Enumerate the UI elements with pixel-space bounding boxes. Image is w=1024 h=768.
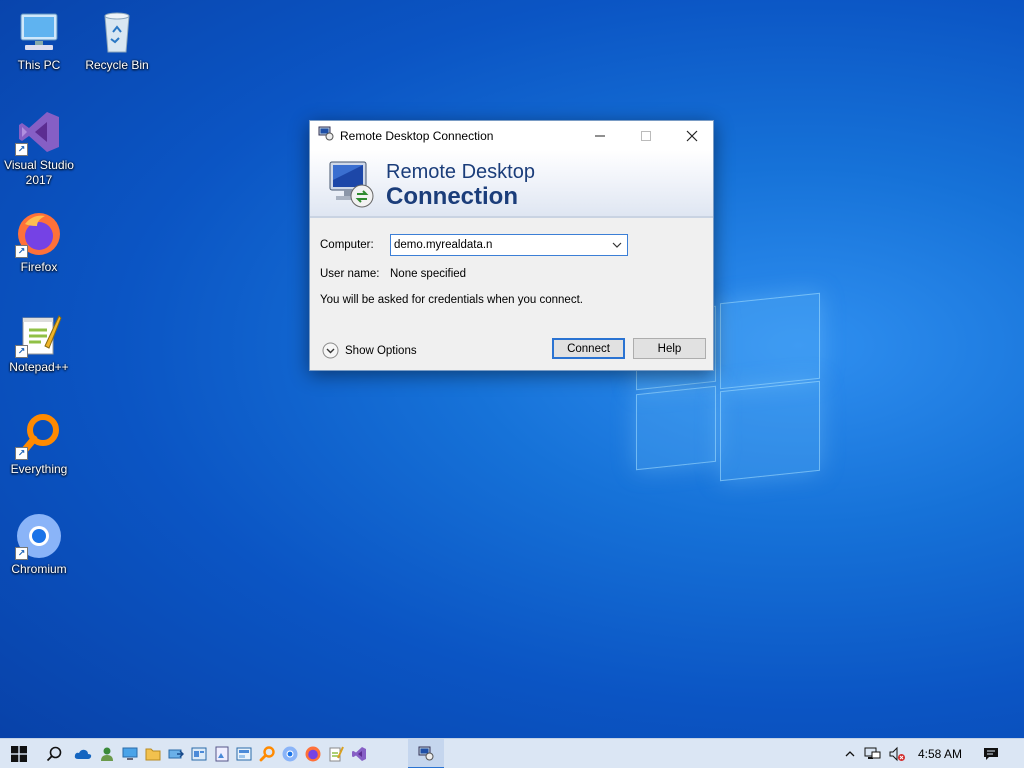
taskbar-firefox[interactable] [301,739,325,768]
windows-icon [11,746,27,762]
desktop-icon-label: This PC [17,58,61,72]
banner-title-line2: Connection [386,183,518,210]
taskbar-file-explorer[interactable] [141,739,165,768]
taskbar-rdp-active[interactable] [408,739,444,768]
tray-clock[interactable]: 4:58 AM [918,739,962,768]
rdp-dialog: Remote Desktop Connection Remote Desktop… [309,120,714,371]
tray-volume[interactable] [886,739,908,768]
search-icon [46,746,62,762]
network-share-icon [168,749,184,759]
notepadpp-icon: ↗ [15,310,63,358]
settings-window-icon [236,747,252,761]
user-icon [101,747,113,761]
close-button[interactable] [669,121,715,150]
desktop-icon-firefox[interactable]: ↗ Firefox [0,210,78,275]
firefox-icon [305,746,321,762]
cloud-icon [74,749,92,759]
monitor-icon [122,747,138,760]
network-icon [864,747,881,759]
minimize-button[interactable] [577,121,623,150]
action-center-button[interactable] [980,739,1002,768]
taskbar-app-3[interactable] [232,739,256,768]
taskbar-network[interactable] [164,739,188,768]
computer-input[interactable] [394,237,604,253]
desktop-icon-label: Chromium [11,562,67,576]
dialog-title: Remote Desktop Connection [340,128,494,143]
visual-studio-icon [352,747,366,761]
dialog-banner: Remote Desktop Connection [310,150,713,218]
taskbar-remote-app[interactable] [187,739,211,768]
chevron-down-icon[interactable] [610,238,624,252]
computer-combobox[interactable] [390,234,628,256]
taskbar-notepadpp[interactable] [324,739,348,768]
chromium-icon: ↗ [15,512,63,560]
tray-overflow-button[interactable] [840,739,860,768]
chevron-up-icon [845,751,855,757]
desktop-icon-label: Recycle Bin [85,58,149,72]
username-label: User name: [320,268,380,280]
desktop-icon-label: Firefox [20,260,58,274]
rdp-app-icon [418,746,434,761]
window-icon [191,747,207,761]
taskbar: 4:58 AM [0,738,1024,768]
username-value: None specified [390,268,467,280]
show-options-toggle[interactable]: Show Options [322,342,417,359]
taskbar-visual-studio[interactable] [347,739,371,768]
credentials-info-text: You will be asked for credentials when y… [320,294,583,306]
start-button[interactable] [6,739,32,768]
image-app-icon [215,746,229,762]
magnifier-icon: ↗ [15,412,63,460]
expand-circle-icon [322,342,339,359]
desktop-icon-visual-studio[interactable]: ↗ Visual Studio 2017 [0,108,78,188]
desktop-icon-notepadpp[interactable]: ↗ Notepad++ [0,310,78,375]
computer-label: Computer: [320,239,374,251]
desktop-icon-recycle-bin[interactable]: Recycle Bin [78,8,156,73]
volume-muted-icon [889,746,905,762]
shortcut-arrow-icon: ↗ [15,143,28,156]
computer-icon [15,8,63,56]
desktop-icon-everything[interactable]: ↗ Everything [0,412,78,477]
rdp-app-icon [318,125,334,146]
taskbar-onedrive[interactable] [71,739,95,768]
help-button[interactable]: Help [633,338,706,359]
shortcut-arrow-icon: ↗ [15,447,28,460]
taskbar-app-2[interactable] [210,739,234,768]
banner-title-line1: Remote Desktop [386,161,535,183]
desktop-icon-chromium[interactable]: ↗ Chromium [0,512,78,577]
search-button[interactable] [42,739,66,768]
chromium-icon [282,746,298,762]
taskbar-everything[interactable] [255,739,279,768]
desktop-icon-label: Everything [10,462,68,476]
rdp-monitor-icon [324,158,376,215]
shortcut-arrow-icon: ↗ [15,345,28,358]
magnifier-icon [259,746,275,762]
recycle-bin-icon [93,8,141,56]
desktop-icon-this-pc[interactable]: This PC [0,8,78,73]
shortcut-arrow-icon: ↗ [15,547,28,560]
dialog-form: Computer: User name: None specified You … [310,218,713,370]
maximize-button[interactable] [623,121,669,150]
notepadpp-icon [329,746,344,762]
dialog-titlebar[interactable]: Remote Desktop Connection [310,121,713,150]
firefox-icon: ↗ [15,210,63,258]
tray-network[interactable] [862,739,884,768]
desktop-icon-label: Notepad++ [9,360,69,374]
connect-button[interactable]: Connect [552,338,625,359]
folder-icon [145,748,161,761]
taskbar-chromium[interactable] [278,739,302,768]
notification-icon [984,748,998,760]
show-options-label: Show Options [345,344,417,357]
taskbar-user-manager[interactable] [95,739,119,768]
shortcut-arrow-icon: ↗ [15,245,28,258]
desktop-icon-label: Visual Studio 2017 [4,158,74,187]
visual-studio-icon: ↗ [15,108,63,156]
taskbar-this-pc[interactable] [118,739,142,768]
